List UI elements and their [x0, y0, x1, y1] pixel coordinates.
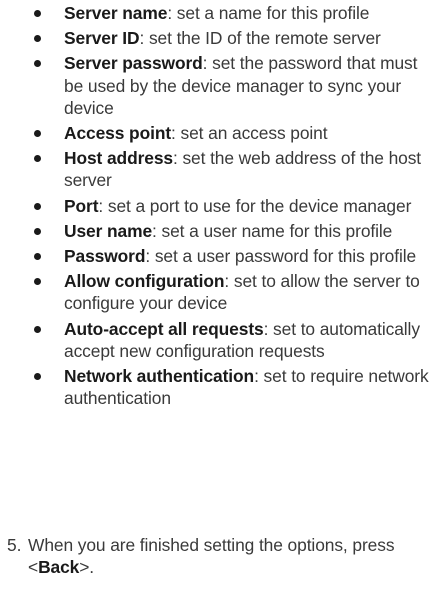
list-item: Server name: set a name for this profile [34, 2, 440, 24]
list-item: Password: set a user password for this p… [34, 245, 440, 267]
list-item: Network authentication: set to require n… [34, 365, 440, 409]
option-term: User name [64, 220, 153, 241]
option-term: Network authentication [64, 366, 255, 387]
option-description: : set the ID of the remote server [139, 28, 381, 49]
option-description: : set a port to use for the device manag… [98, 195, 412, 216]
list-item: Allow configuration: set to allow the se… [34, 270, 440, 314]
option-description: : set a user password for this profile [145, 246, 417, 267]
bullet-icon [34, 202, 41, 210]
step-text-after: >. [79, 557, 95, 578]
option-term: Port [64, 195, 99, 216]
option-description: : set an access point [171, 123, 328, 144]
option-term: Server ID [64, 28, 140, 49]
option-term: Password [64, 246, 146, 267]
option-description: : set a user name for this profile [152, 220, 393, 241]
list-item: Server ID: set the ID of the remote serv… [34, 27, 440, 49]
option-term: Access point [64, 123, 172, 144]
step-number: 5. [7, 535, 22, 555]
bullet-icon [34, 60, 41, 68]
step-text: When you are finished setting the option… [7, 534, 437, 578]
option-term: Server name [64, 3, 168, 23]
list-item: Port: set a port to use for the device m… [34, 195, 440, 217]
bullet-icon [34, 253, 41, 261]
back-key-label: Back [38, 557, 80, 578]
bullet-icon [34, 325, 41, 333]
bullet-icon [34, 155, 41, 163]
profile-options-list: Server name: set a name for this profile… [34, 2, 440, 412]
bullet-icon [34, 10, 41, 17]
document-page: Server name: set a name for this profile… [0, 0, 446, 589]
list-item: Access point: set an access point [34, 122, 440, 144]
option-term: Server password [64, 53, 203, 74]
bullet-icon [34, 35, 41, 43]
option-term: Auto-accept all requests [64, 318, 264, 339]
option-term: Allow configuration [64, 271, 225, 292]
list-item: Auto-accept all requests: set to automat… [34, 318, 440, 362]
list-item: User name: set a user name for this prof… [34, 220, 440, 242]
bullet-icon [34, 278, 41, 286]
list-item: Server password: set the password that m… [34, 52, 440, 119]
step-5: 5. When you are finished setting the opt… [7, 534, 437, 578]
bullet-icon [34, 130, 41, 138]
bullet-icon [34, 227, 41, 235]
option-description: : set a name for this profile [167, 3, 370, 23]
option-term: Host address [64, 148, 173, 169]
list-item: Host address: set the web address of the… [34, 147, 440, 191]
bullet-icon [34, 373, 41, 381]
